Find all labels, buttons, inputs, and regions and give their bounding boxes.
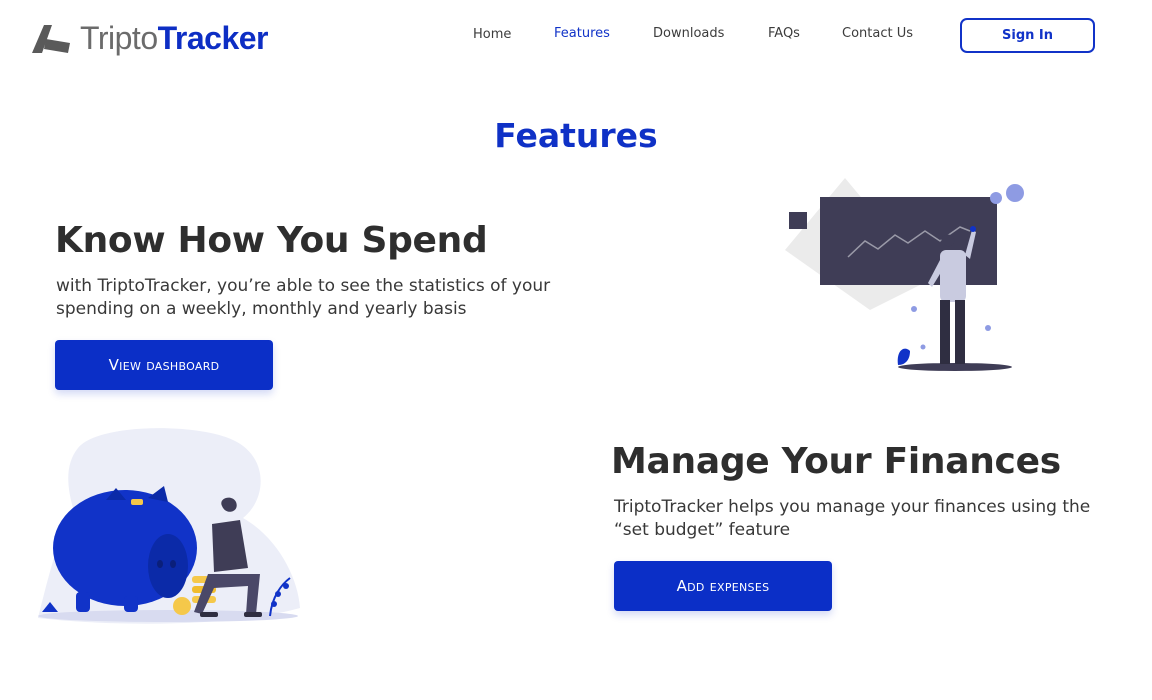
nav-home[interactable]: Home: [473, 27, 511, 47]
feature-heading-finances: Manage Your Finances: [611, 441, 1061, 482]
view-dashboard-button[interactable]: View dashboard: [55, 340, 273, 390]
chart-presenter-illustration: [785, 178, 1024, 371]
nav-features[interactable]: Features: [554, 26, 610, 46]
brand-logo[interactable]: TriptoTracker: [30, 20, 268, 56]
nav-faqs[interactable]: FAQs: [768, 26, 800, 46]
nav-contact-us[interactable]: Contact Us: [842, 26, 913, 46]
feature-description-finances: TriptoTracker helps you manage your fina…: [614, 497, 1091, 540]
feature-description-spend: with TriptoTracker, you’re able to see t…: [56, 276, 551, 319]
logo-text-bold: Tracker: [157, 20, 269, 56]
feature-heading-spend: Know How You Spend: [55, 220, 488, 261]
logo-text-light: Tripto: [80, 20, 158, 56]
logo-icon: [32, 25, 70, 53]
piggy-bank-illustration: [38, 428, 300, 624]
sign-in-button[interactable]: Sign In: [960, 18, 1095, 53]
add-expenses-button[interactable]: Add expenses: [614, 561, 832, 611]
logo-text: TriptoTracker: [80, 20, 268, 56]
page-title: Features: [494, 116, 658, 155]
nav-downloads[interactable]: Downloads: [653, 26, 724, 46]
